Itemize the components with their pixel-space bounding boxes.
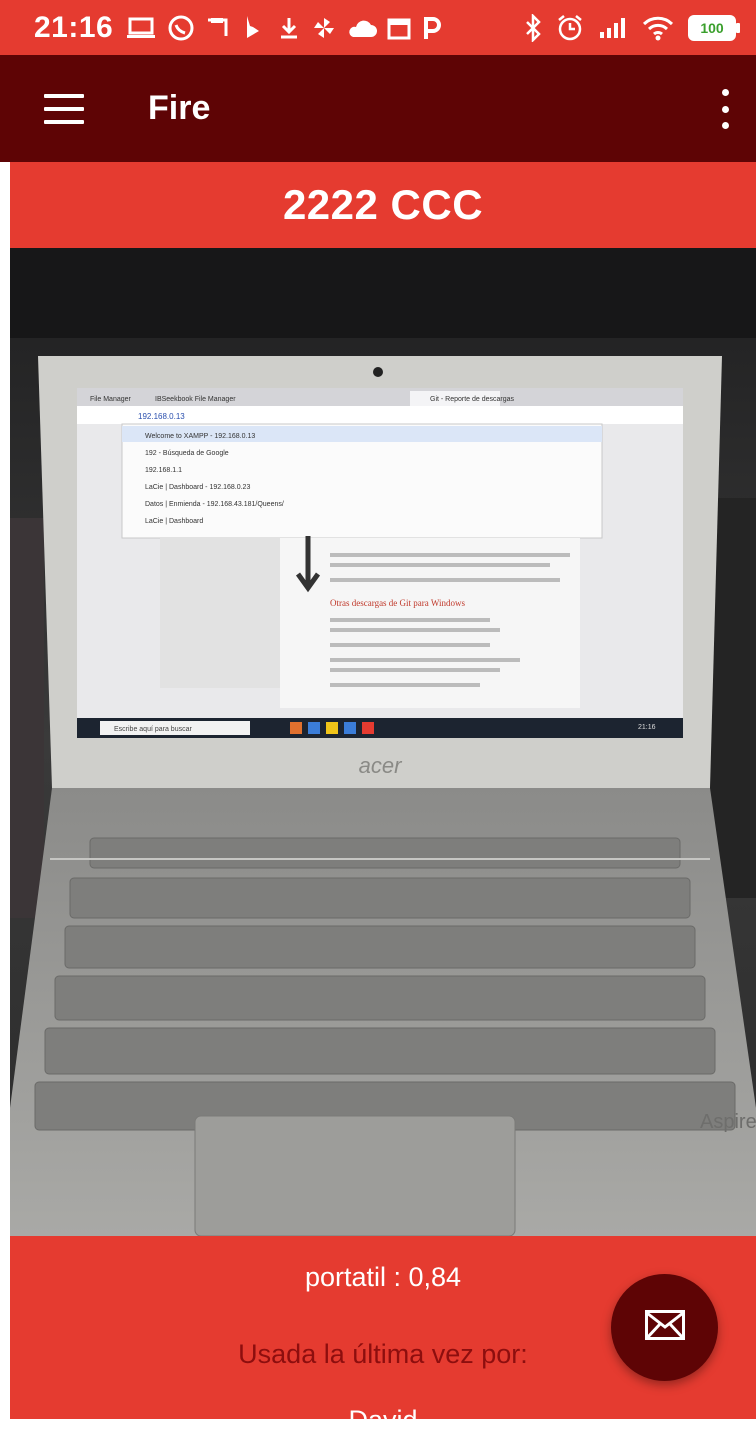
- send-message-button[interactable]: [611, 1274, 718, 1381]
- model-label: Aspire: [700, 1111, 756, 1133]
- status-bar: 21:16 100: [0, 0, 756, 55]
- screen-taskbar-search: Escribe aquí para buscar: [114, 726, 192, 733]
- screen-tab-0: File Manager: [90, 396, 132, 403]
- screen-dropdown-4: Datos | Enmienda - 192.168.43.181/Queens…: [145, 501, 284, 508]
- battery-icon: 100: [688, 14, 740, 41]
- status-time: 21:16: [34, 10, 114, 44]
- status-right-icons: 100: [524, 0, 740, 55]
- whatsapp-icon: [167, 14, 195, 42]
- menu-icon[interactable]: [44, 93, 84, 124]
- screen-dropdown-1: 192 - Búsqueda de Google: [145, 450, 229, 457]
- bing-icon: [243, 14, 267, 42]
- screen-dropdown-2: 192.168.1.1: [145, 467, 182, 474]
- app-title: Fire: [148, 89, 211, 127]
- item-code-header: 2222 CCC: [10, 162, 756, 248]
- calendar-icon: [387, 16, 411, 40]
- screen-heading: Otras descargas de Git para Windows: [330, 598, 466, 608]
- download-icon: [277, 15, 301, 41]
- screen-dropdown-0: Welcome to XAMPP - 192.168.0.13: [145, 433, 255, 440]
- cloud-icon: [347, 17, 378, 39]
- screen-dropdown-5: LaCie | Dashboard: [145, 518, 203, 525]
- signal-icon: [598, 16, 628, 40]
- pinwheel-icon: [311, 15, 337, 41]
- app-bar: Fire: [0, 55, 756, 162]
- screen-tab-1: IBSeekbook File Manager: [155, 396, 236, 403]
- mail-icon: [644, 1310, 685, 1345]
- laptop-icon: [125, 16, 157, 40]
- laptop-brand: acer: [359, 753, 403, 778]
- parking-icon: [421, 15, 443, 41]
- status-left-icons: [125, 14, 443, 42]
- more-options-icon[interactable]: [720, 89, 730, 129]
- bluetooth-icon: [524, 13, 542, 42]
- wifi-icon: [642, 15, 674, 41]
- screen-taskbar-time: 21:16: [638, 724, 656, 731]
- screen-tab-4: Git - Reporte de descargas: [430, 396, 515, 403]
- screen-dropdown-3: LaCie | Dashboard - 192.168.0.23: [145, 484, 250, 491]
- last-user: David: [348, 1405, 418, 1435]
- notification-icon: [205, 16, 233, 40]
- alarm-icon: [556, 14, 584, 42]
- item-photo: Aspire V 13 File Manager IBSeekbook File…: [10, 248, 756, 1236]
- screen-address: 192.168.0.13: [138, 412, 185, 421]
